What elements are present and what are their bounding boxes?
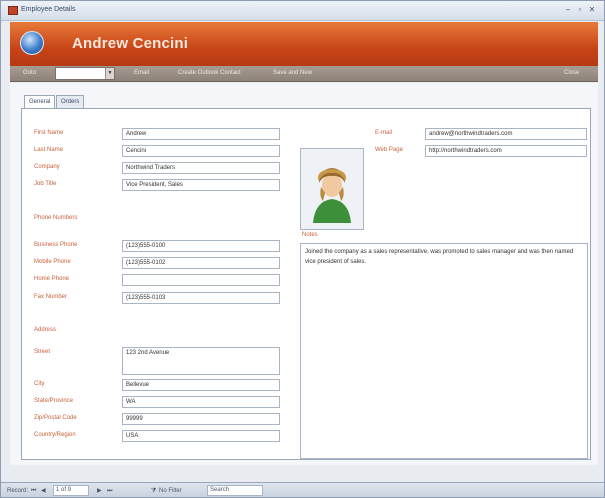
next-record-button[interactable]: ▶ [97,486,102,496]
employee-photo[interactable] [300,148,364,230]
form-header: Andrew Cencini [10,22,598,66]
window-title: Employee Details [21,6,76,13]
previous-record-button[interactable]: ◀ [41,486,46,496]
fax-number-label: Fax Number [34,294,68,300]
employee-name-title: Andrew Cencini [72,35,189,52]
no-filter-button[interactable]: No Filter [159,486,182,496]
chevron-down-icon[interactable]: ▼ [105,68,114,79]
state-label: State/Province [34,398,74,404]
street-field[interactable]: 123 2nd Avenue [122,347,280,375]
tab-orders[interactable]: Orders [56,95,85,108]
title-bar: Employee Details – ▫ ✕ [1,1,604,21]
email-label: E-mail [375,130,393,136]
restore-button[interactable]: ▫ [575,5,585,15]
state-field[interactable]: WA [122,396,280,408]
country-label: Country/Region [34,432,76,438]
record-label: Record: [7,488,29,494]
home-phone-field[interactable] [122,274,280,286]
search-box[interactable]: Search [207,485,263,496]
close-form-button[interactable]: Close [564,70,579,76]
create-outlook-contact-button[interactable]: Create Outlook Contact [178,70,241,76]
city-field[interactable]: Bellevue [122,379,280,391]
record-navigation-bar: Record: ⏮ ◀ 1 of 9 ▶ ⏭ ⧩ No Filter Searc… [1,482,604,497]
person-avatar-icon [301,149,363,229]
fax-number-field[interactable]: (123)555-0103 [122,292,280,304]
form-icon [8,6,18,15]
close-window-button[interactable]: ✕ [587,5,597,15]
job-title-field[interactable]: Vice President, Sales [122,179,280,191]
first-name-field[interactable]: Andrew [122,128,280,140]
last-name-label: Last Name [34,147,64,153]
email-button[interactable]: Email [134,70,149,76]
general-tab-panel: First Name Andrew Last Name Cencini Comp… [21,108,591,460]
business-phone-label: Business Phone [34,242,78,248]
company-field[interactable]: Northwind Traders [122,162,280,174]
phone-numbers-heading: Phone Numbers [34,215,78,221]
country-field[interactable]: USA [122,430,280,442]
job-title-label: Job Title [34,181,57,187]
last-name-field[interactable]: Cencini [122,145,280,157]
first-record-button[interactable]: ⏮ [31,486,36,496]
mobile-phone-field[interactable]: (123)555-0102 [122,257,280,269]
company-label: Company [34,164,60,170]
goto-label: Goto [23,70,37,76]
zip-field[interactable]: 99999 [122,413,280,425]
notes-field[interactable]: Joined the company as a sales representa… [300,243,588,459]
goto-combo[interactable]: ▼ [55,67,115,80]
first-name-label: First Name [34,130,64,136]
address-heading: Address [34,327,57,333]
form-body: General Orders First Name Andrew Last Na… [10,83,598,465]
street-label: Street [34,349,51,355]
filter-icon: ⧩ [151,488,157,494]
toolbar: Goto ▼ Email Create Outlook Contact Save… [10,66,598,82]
record-position-field[interactable]: 1 of 9 [53,485,89,496]
web-page-label: Web Page [375,147,403,153]
email-field[interactable]: andrew@northwindtraders.com [425,128,587,140]
home-phone-label: Home Phone [34,276,70,282]
mobile-phone-label: Mobile Phone [34,259,71,265]
business-phone-field[interactable]: (123)555-0100 [122,240,280,252]
app-window: Employee Details – ▫ ✕ Andrew Cencini Go… [0,0,605,498]
last-record-button[interactable]: ⏭ [107,486,112,496]
tab-general[interactable]: General [24,95,56,109]
notes-label: Notes [302,232,318,238]
web-page-field[interactable]: http://northwindtraders.com [425,145,587,157]
minimize-button[interactable]: – [563,5,573,15]
contact-logo-icon [20,31,44,55]
city-label: City [34,381,45,387]
zip-label: Zip/Postal Code [34,415,77,421]
save-and-new-button[interactable]: Save and New [273,70,312,76]
